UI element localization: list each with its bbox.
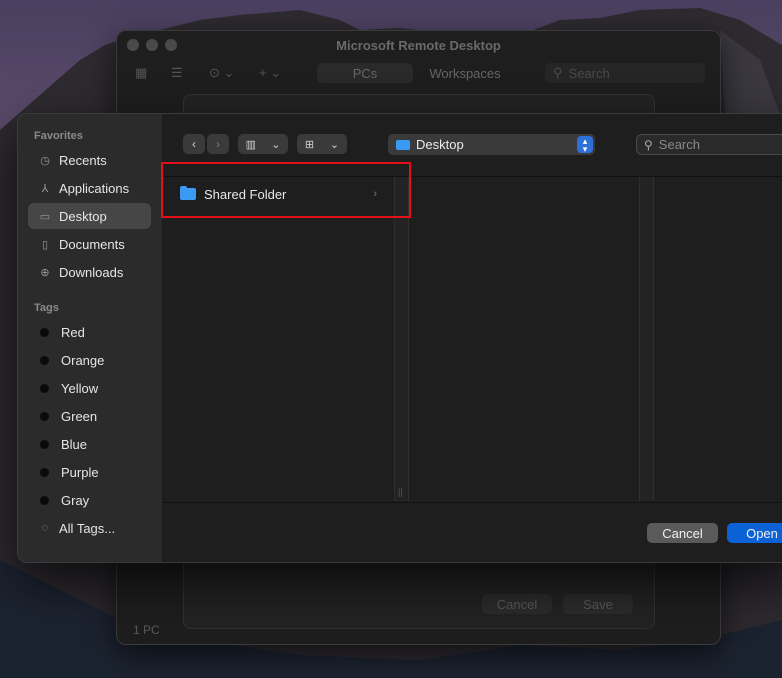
grid-view-icon[interactable]: ▦ [135, 65, 147, 81]
tags-header: Tags [34, 302, 59, 314]
tag-dot-icon [40, 411, 49, 421]
sidebar-item-label: Gray [61, 492, 90, 508]
tag-dot-icon [40, 495, 49, 505]
highlight-annotation [161, 162, 411, 218]
column-resize-strip[interactable] [639, 177, 653, 501]
search-icon: ⚲ [644, 137, 653, 152]
location-popup[interactable]: Desktop ▴ ▾ [388, 134, 595, 155]
window-title: Microsoft Remote Desktop [336, 37, 501, 53]
tab-workspaces[interactable]: Workspaces [417, 63, 513, 83]
sidebar-tag-yellow[interactable]: Yellow [28, 375, 151, 401]
desktop-icon: ▭ [39, 210, 51, 223]
tag-dot-icon [40, 327, 49, 337]
more-options-icon[interactable]: ⊙ ⌄ [209, 65, 234, 81]
clock-icon: ◷ [40, 154, 50, 167]
sidebar-tag-gray[interactable]: Gray [28, 487, 151, 513]
tag-dot-icon [40, 439, 49, 449]
sidebar-item-label: Applications [59, 180, 130, 196]
sidebar-item-documents[interactable]: ▯ Documents [28, 231, 151, 257]
sidebar: Favorites ◷ Recents ⅄ Applications ▭ Des… [18, 114, 163, 562]
sidebar-item-label: All Tags... [59, 520, 116, 536]
sidebar-item-label: Red [61, 324, 85, 340]
sidebar-item-desktop[interactable]: ▭ Desktop [28, 203, 151, 229]
sidebar-tag-all[interactable]: ◌ All Tags... [28, 515, 151, 541]
chevron-down-icon: ⌄ [271, 138, 281, 151]
tag-dot-icon [40, 355, 49, 365]
open-button[interactable]: Open [727, 523, 782, 543]
group-button[interactable]: ⊞ ⌄ [297, 134, 347, 154]
sidebar-item-label: Recents [59, 152, 107, 168]
sidebar-item-downloads[interactable]: ⊕ Downloads [28, 259, 151, 285]
grid-icon: ⊞ [304, 138, 315, 151]
search-field[interactable]: ⚲ Search [636, 134, 782, 155]
sidebar-item-recents[interactable]: ◷ Recents [28, 147, 151, 173]
column-divider [639, 177, 640, 501]
chevron-right-icon: › [216, 137, 220, 151]
column-divider [408, 177, 409, 501]
location-label: Desktop [416, 137, 464, 152]
back-button[interactable]: ‹ [183, 134, 205, 154]
sidebar-item-label: Purple [61, 464, 99, 480]
sidebar-tag-blue[interactable]: Blue [28, 431, 151, 457]
sidebar-item-label: Desktop [59, 208, 107, 224]
background-cancel-button[interactable]: Cancel [482, 594, 552, 614]
up-down-chevron-icon: ▴ ▾ [577, 136, 593, 153]
sidebar-item-label: Orange [61, 352, 105, 368]
column-browser: Shared Folder › || [163, 177, 782, 501]
sidebar-item-applications[interactable]: ⅄ Applications [28, 175, 151, 201]
sidebar-item-label: Yellow [61, 380, 99, 396]
background-search-field[interactable]: ⚲ Search [545, 63, 705, 83]
forward-button[interactable]: › [207, 134, 229, 154]
view-mode-button[interactable]: ▥ ⌄ [238, 134, 288, 154]
list-view-icon[interactable]: ☰ [171, 65, 183, 81]
search-placeholder: Search [658, 137, 700, 152]
search-icon: ⚲ [553, 65, 563, 80]
sidebar-item-label: Downloads [59, 264, 124, 280]
sidebar-item-label: Documents [59, 236, 125, 252]
resize-handle-icon[interactable]: || [398, 487, 403, 497]
tag-dot-icon [40, 467, 49, 477]
columns-view-icon: ▥ [245, 138, 256, 151]
chevron-left-icon: ‹ [192, 137, 196, 151]
download-icon: ⊕ [40, 266, 50, 279]
document-icon: ▯ [41, 238, 49, 251]
sidebar-item-label: Green [61, 408, 98, 424]
applications-icon: ⅄ [41, 182, 49, 195]
background-toolbar: ▦ ☰ ⊙ ⌄ + ⌄ PCs Workspaces ⚲ Search [117, 59, 720, 89]
column-divider [653, 177, 654, 501]
background-search-placeholder: Search [568, 65, 610, 81]
sidebar-tag-orange[interactable]: Orange [28, 347, 151, 373]
sidebar-item-label: Blue [61, 436, 88, 452]
folder-icon [396, 139, 410, 150]
all-tags-icon: ◌ [41, 522, 49, 534]
pc-count: 1 PC [133, 623, 160, 637]
cancel-button[interactable]: Cancel [647, 523, 718, 543]
sidebar-tag-green[interactable]: Green [28, 403, 151, 429]
chevron-down-icon: ⌄ [329, 138, 340, 151]
column-resize-strip[interactable] [394, 177, 408, 501]
dialog-footer: Cancel Open [163, 502, 782, 562]
tab-pcs[interactable]: PCs [317, 63, 413, 83]
background-save-button[interactable]: Save [563, 594, 633, 614]
add-icon[interactable]: + ⌄ [259, 65, 281, 81]
column-divider [394, 177, 395, 501]
sidebar-tag-purple[interactable]: Purple [28, 459, 151, 485]
favorites-header: Favorites [34, 130, 83, 142]
sidebar-tag-red[interactable]: Red [28, 319, 151, 345]
tag-dot-icon [40, 383, 49, 393]
